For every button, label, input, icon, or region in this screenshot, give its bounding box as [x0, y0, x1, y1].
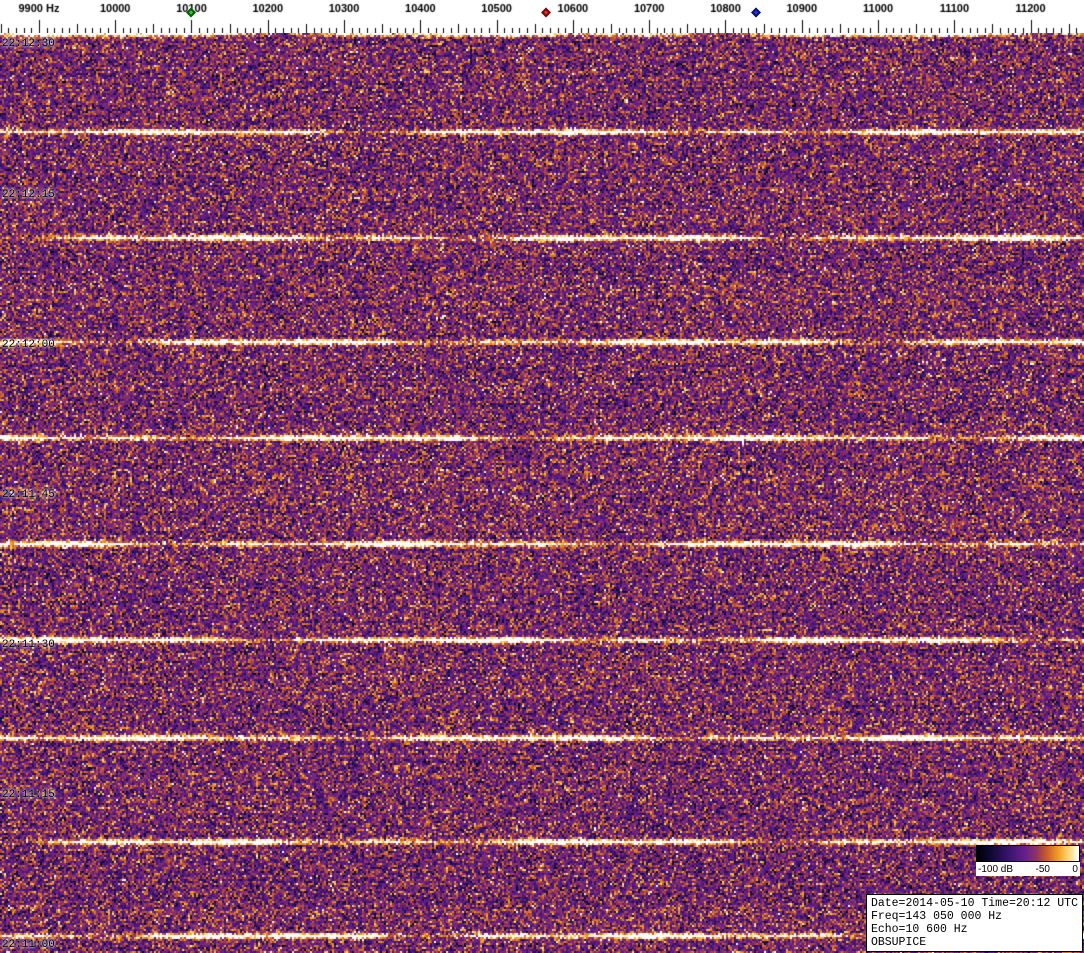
colorbar-label-right: 0 — [1072, 863, 1078, 875]
info-box: Date=2014-05-10 Time=20:12 UTC Freq=143 … — [865, 894, 1083, 952]
spectrogram-app: 22:12:30 22:12:15 22:12:00 22:11:45 22:11:30… — [0, 0, 1084, 953]
info-echo-line: Echo=10 600 Hz — [870, 923, 968, 936]
waterfall-spectrogram: 22:12:30 22:12:15 22:12:00 22:11:45 22:11:30… — [0, 33, 1084, 953]
time-label: 22:11:00 — [2, 939, 55, 951]
colorbar-label-left: -100 dB — [978, 863, 1014, 875]
colorbar-labels: -100 dB -50 0 — [976, 862, 1080, 876]
colorbar-gradient — [976, 845, 1080, 862]
db-colorbar: -100 dB -50 0 — [976, 845, 1080, 876]
time-label: 22:11:30 — [2, 639, 55, 651]
spectrogram-canvas — [0, 33, 1084, 953]
frequency-ruler-canvas — [0, 0, 1084, 33]
time-label: 22:12:15 — [2, 189, 55, 201]
info-freq-line: Freq=143 050 000 Hz — [870, 910, 1003, 923]
time-label: 22:11:45 — [2, 489, 55, 501]
colorbar-label-mid: -50 — [1035, 863, 1050, 875]
frequency-ruler — [0, 0, 1084, 33]
time-label: 22:11:15 — [2, 789, 55, 801]
info-station-line: OBSUPICE — [870, 936, 927, 949]
time-label: 22:12:00 — [2, 339, 55, 351]
info-date-line: Date=2014-05-10 Time=20:12 UTC — [870, 897, 1078, 910]
time-label: 22:12:30 — [2, 38, 55, 50]
